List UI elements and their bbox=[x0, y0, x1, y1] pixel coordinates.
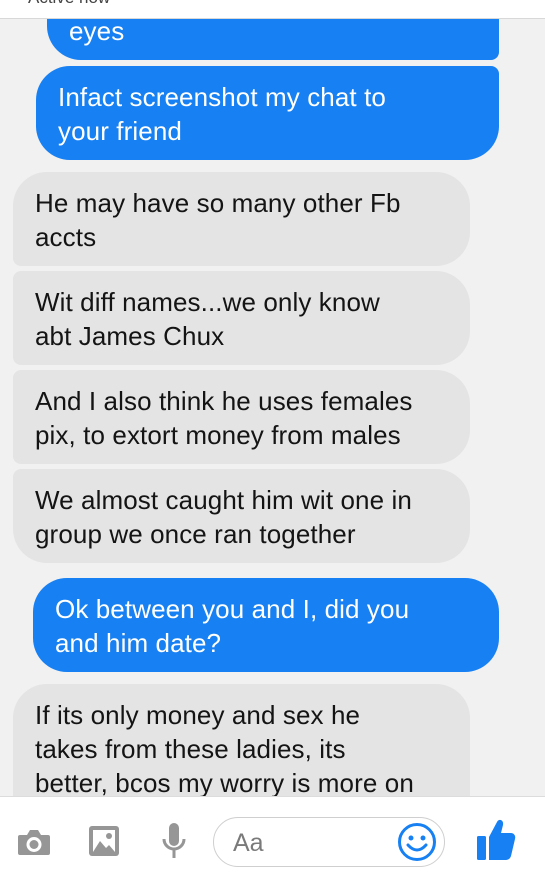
message-bubble[interactable]: He may have so many other Fb accts bbox=[13, 172, 470, 266]
chat-header: Active now bbox=[0, 0, 545, 19]
message-bubble[interactable]: Wit diff names...we only know abt James … bbox=[13, 271, 470, 365]
message-line: eyes bbox=[69, 16, 125, 46]
message-bubble[interactable]: Ok between you and I, did you and him da… bbox=[33, 578, 499, 672]
message-bubble[interactable]: And I also think he uses females pix, to… bbox=[13, 370, 470, 464]
message-bubble[interactable]: If its only money and sex he takes from … bbox=[13, 684, 470, 796]
message-line: Ok between you and I, did you bbox=[55, 594, 410, 624]
message-line: If its only money and sex he bbox=[35, 700, 361, 730]
message-line: And I also think he uses females bbox=[35, 386, 413, 416]
message-line: and him date? bbox=[55, 628, 222, 658]
message-composer: Aa bbox=[0, 796, 545, 888]
message-line: accts bbox=[35, 222, 97, 252]
thumbs-up-icon[interactable] bbox=[476, 818, 516, 862]
camera-icon[interactable] bbox=[17, 828, 51, 856]
message-input-placeholder: Aa bbox=[233, 829, 264, 857]
active-status: Active now bbox=[28, 0, 110, 8]
message-line: group we once ran together bbox=[35, 519, 356, 549]
message-line: pix, to extort money from males bbox=[35, 420, 401, 450]
message-line: abt James Chux bbox=[35, 321, 225, 351]
message-bubble[interactable]: We almost caught him wit one in group we… bbox=[13, 469, 470, 563]
microphone-icon[interactable] bbox=[161, 822, 187, 862]
message-thread[interactable]: eyes Infact screenshot my chat to your f… bbox=[0, 0, 545, 796]
message-line: takes from these ladies, its bbox=[35, 734, 346, 764]
emoji-icon[interactable] bbox=[397, 822, 437, 862]
message-line: Wit diff names...we only know bbox=[35, 287, 380, 317]
message-line: He may have so many other Fb bbox=[35, 188, 401, 218]
message-line: Infact screenshot my chat to bbox=[58, 82, 386, 112]
message-line: We almost caught him wit one in bbox=[35, 485, 412, 515]
gallery-icon[interactable] bbox=[88, 825, 120, 857]
chat-screen: Active now eyes Infact screenshot my cha… bbox=[0, 0, 545, 888]
message-bubble[interactable]: Infact screenshot my chat to your friend bbox=[36, 66, 499, 160]
message-line: better, bcos my worry is more on bbox=[35, 768, 414, 796]
message-line: your friend bbox=[58, 116, 182, 146]
